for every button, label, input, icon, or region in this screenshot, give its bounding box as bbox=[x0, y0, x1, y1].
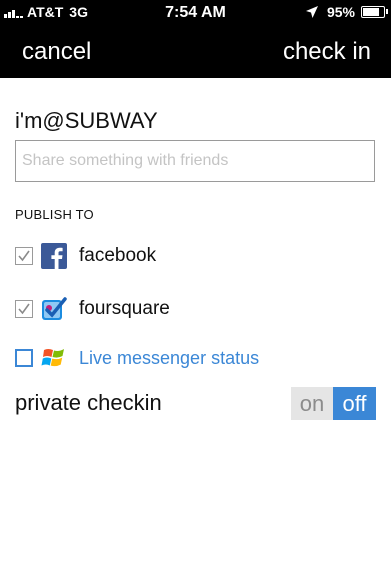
foursquare-icon bbox=[42, 297, 67, 320]
foursquare-label: foursquare bbox=[79, 298, 170, 319]
status-bar: AT&T 3G 7:54 AM 95% bbox=[0, 0, 391, 26]
private-checkin-toggle[interactable]: on off bbox=[291, 387, 376, 420]
status-right: 95% bbox=[305, 4, 388, 20]
toggle-on-option[interactable]: on bbox=[291, 387, 333, 420]
battery-icon bbox=[361, 6, 388, 18]
publish-row-facebook[interactable]: facebook bbox=[15, 242, 156, 270]
facebook-label: facebook bbox=[79, 245, 157, 266]
publish-row-foursquare[interactable]: foursquare bbox=[15, 295, 170, 323]
facebook-checkbox[interactable] bbox=[15, 247, 33, 265]
publish-to-heading: PUBLISH TO bbox=[15, 207, 94, 222]
check-in-button[interactable]: check in bbox=[283, 38, 371, 66]
checkmark-icon bbox=[18, 250, 30, 262]
battery-percent: 95% bbox=[326, 4, 355, 20]
toggle-off-option[interactable]: off bbox=[333, 387, 376, 420]
location-arrow-icon bbox=[305, 6, 318, 18]
messenger-label: Live messenger status bbox=[79, 347, 260, 368]
messenger-checkbox[interactable] bbox=[15, 349, 33, 367]
checkmark-icon bbox=[18, 303, 30, 315]
publish-row-messenger[interactable]: Live messenger status bbox=[15, 344, 259, 372]
venue-title: i'm@SUBWAY bbox=[15, 108, 158, 133]
private-checkin-label: private checkin bbox=[15, 390, 162, 415]
cancel-button[interactable]: cancel bbox=[22, 38, 91, 66]
facebook-icon bbox=[41, 243, 67, 269]
navigation-bar: cancel check in bbox=[0, 26, 391, 78]
foursquare-checkbox[interactable] bbox=[15, 300, 33, 318]
windows-icon bbox=[41, 349, 64, 367]
share-input[interactable] bbox=[15, 140, 375, 182]
